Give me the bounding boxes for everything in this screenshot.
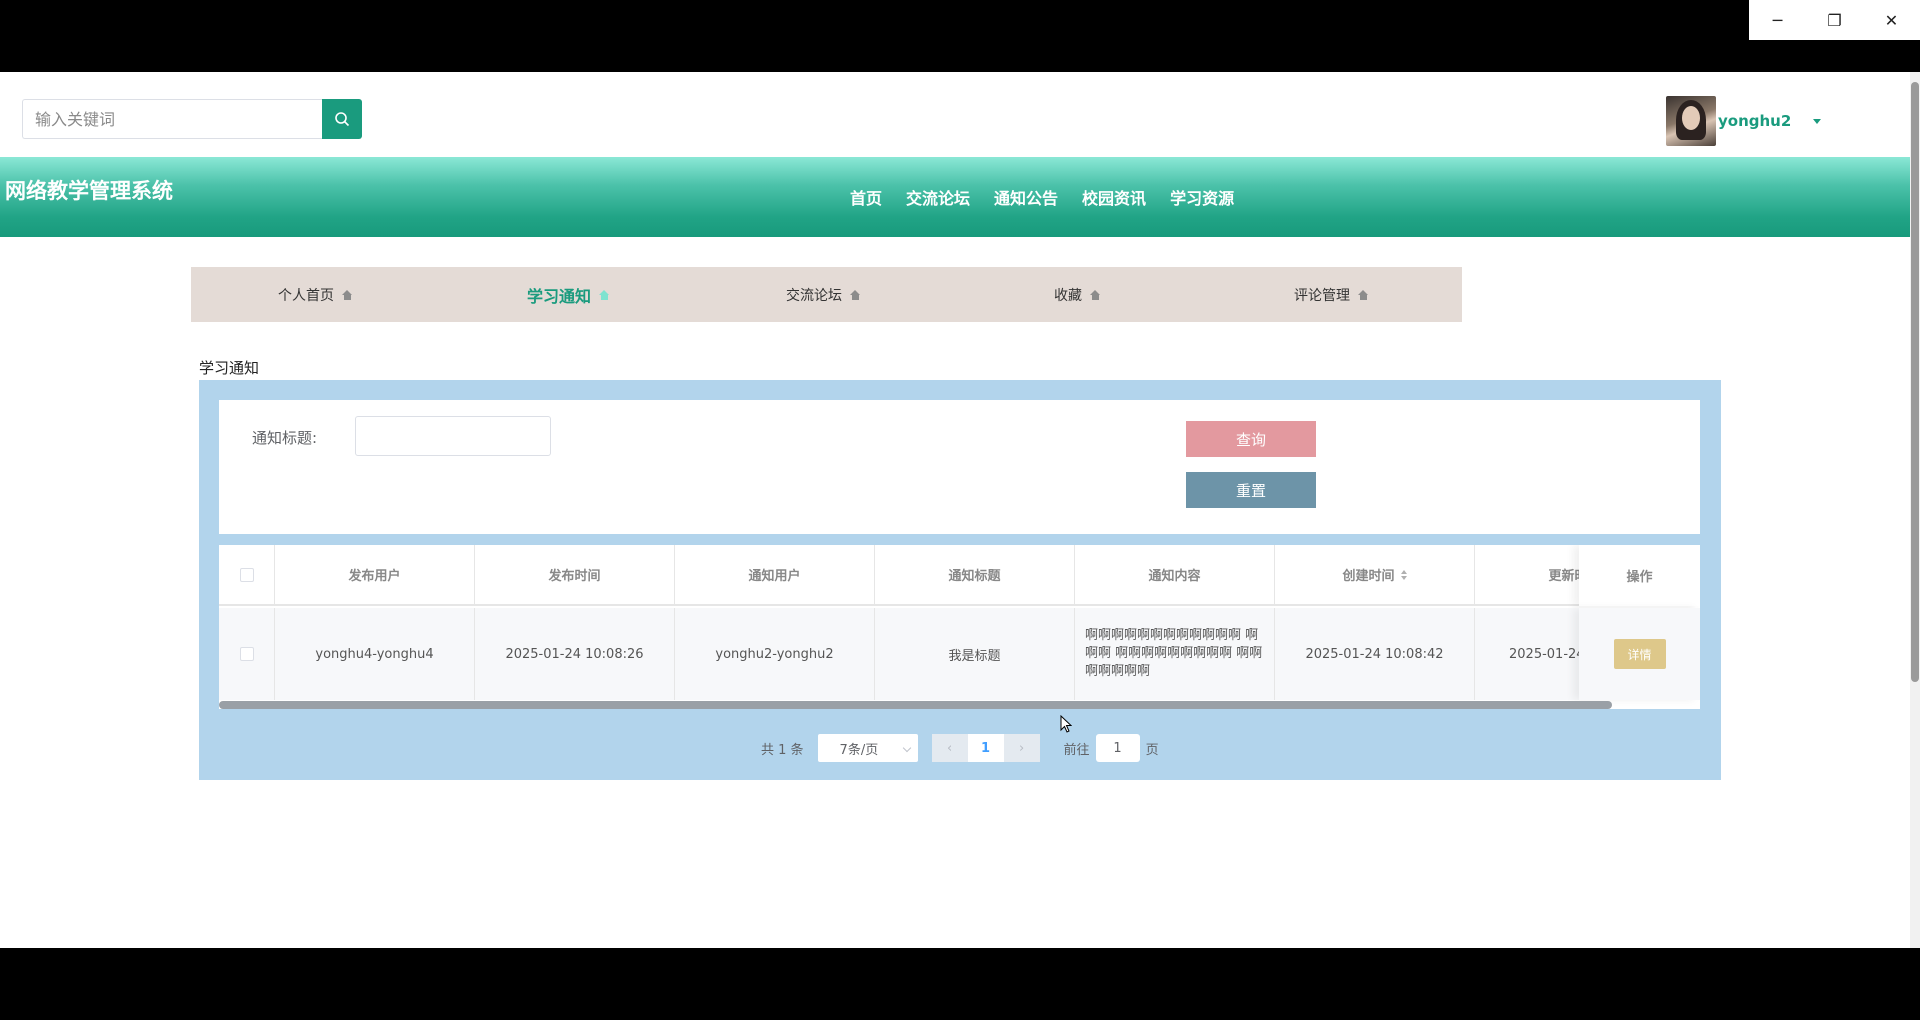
nav-resources[interactable]: 学习资源: [1170, 185, 1234, 209]
content-panel: 通知标题: 查询 重置 发布用户 发布时间 通知用户 通知标题 通知内容 创建时…: [199, 380, 1721, 780]
cell-title: 我是标题: [875, 608, 1075, 700]
filter-form: 通知标题: 查询 重置: [219, 400, 1700, 534]
prev-page-button[interactable]: ‹: [931, 734, 968, 762]
tab-label: 交流论坛: [786, 287, 842, 304]
cell-publish-time: 2025-01-24 10:08:26: [475, 608, 675, 700]
sub-tabs: 个人首页 学习通知 交流论坛 收藏 评论管理: [191, 267, 1462, 322]
table-row: yonghu4-yonghu4 2025-01-24 10:08:26 yong…: [219, 608, 1700, 700]
tab-comments[interactable]: 评论管理: [1294, 267, 1369, 322]
vertical-scrollbar[interactable]: [1910, 72, 1920, 948]
cell-content: 啊啊啊啊啊啊啊啊啊啊啊啊 啊啊啊 啊啊啊啊啊啊啊啊啊 啊啊啊啊啊啊啊: [1075, 608, 1275, 700]
col-actions: 操作: [1579, 545, 1700, 606]
pager-total: 共 1 条: [761, 742, 804, 758]
chevron-right-icon: ›: [1018, 740, 1025, 756]
cell-publisher: yonghu4-yonghu4: [275, 608, 475, 700]
page-title: 学习通知: [199, 359, 260, 377]
row-checkbox[interactable]: [239, 647, 254, 661]
next-page-button[interactable]: ›: [1003, 734, 1040, 762]
restore-button[interactable]: ❐: [1806, 0, 1863, 40]
home-icon: [850, 289, 861, 300]
title-filter-label: 通知标题:: [252, 429, 318, 447]
tab-forum[interactable]: 交流论坛: [786, 267, 861, 322]
vertical-scroll-thumb[interactable]: [1911, 82, 1919, 682]
col-notify-user: 通知用户: [675, 545, 875, 604]
reset-button[interactable]: 重置: [1186, 472, 1316, 508]
tab-label: 学习通知: [527, 286, 592, 306]
query-button[interactable]: 查询: [1186, 421, 1316, 457]
caret-down-icon[interactable]: [1813, 118, 1822, 124]
cell-created: 2025-01-24 10:08:42: [1275, 608, 1475, 700]
title-filter-input[interactable]: [355, 416, 551, 456]
main-nav: 首页 交流论坛 通知公告 校园资讯 学习资源: [850, 185, 1258, 209]
close-icon: ✕: [1884, 10, 1899, 30]
search-button[interactable]: [322, 99, 362, 139]
bottom-bar: [0, 948, 1920, 1020]
goto-label: 前往: [1063, 742, 1090, 758]
horizontal-scrollbar[interactable]: [219, 701, 1612, 709]
col-content: 通知内容: [1075, 545, 1275, 604]
tab-study-notice[interactable]: 学习通知: [527, 267, 610, 322]
tab-label: 个人首页: [278, 287, 334, 304]
restore-icon: ❐: [1827, 10, 1842, 30]
chevron-down-icon: [902, 743, 911, 753]
row-checkbox-cell: [219, 608, 275, 700]
minimize-button[interactable]: ─: [1749, 0, 1806, 40]
sort-icon[interactable]: [1400, 569, 1407, 580]
user-menu[interactable]: yonghu2: [1666, 96, 1822, 146]
tab-label: 评论管理: [1294, 287, 1350, 304]
nav-band: 网络教学管理系统 首页 交流论坛 通知公告 校园资讯 学习资源: [0, 157, 1920, 237]
home-icon: [1358, 289, 1369, 300]
nav-forum[interactable]: 交流论坛: [906, 185, 970, 209]
nav-campus-news[interactable]: 校园资讯: [1082, 185, 1146, 209]
title-bar: ─ ❐ ✕: [0, 0, 1920, 72]
page-size-select[interactable]: 7条/页: [817, 734, 918, 762]
window-controls: ─ ❐ ✕: [1749, 0, 1920, 40]
avatar[interactable]: [1666, 96, 1716, 146]
cell-actions: 详情: [1579, 608, 1700, 700]
nav-home[interactable]: 首页: [850, 185, 882, 209]
tab-favorites[interactable]: 收藏: [1054, 267, 1101, 322]
header-checkbox-cell: [219, 545, 275, 604]
cell-notify-user: yonghu2-yonghu2: [675, 608, 875, 700]
search-icon: [335, 112, 350, 127]
detail-button[interactable]: 详情: [1613, 639, 1666, 669]
home-icon: [342, 289, 353, 300]
site-title: 网络教学管理系统: [5, 179, 173, 203]
col-created[interactable]: 创建时间: [1275, 545, 1475, 604]
goto-page-input[interactable]: 1: [1095, 734, 1140, 762]
home-icon: [599, 289, 610, 300]
header-search: [22, 99, 362, 139]
pagination: 共 1 条 7条/页 ‹ 1 › 前往 1 页: [761, 734, 1159, 762]
nav-announcements[interactable]: 通知公告: [994, 185, 1058, 209]
goto-unit: 页: [1145, 742, 1159, 758]
search-input[interactable]: [22, 99, 322, 139]
minimize-icon: ─: [1772, 10, 1783, 30]
notice-table: 发布用户 发布时间 通知用户 通知标题 通知内容 创建时间 更新时间 操作 yo…: [219, 545, 1700, 709]
app-viewport: yonghu2 网络教学管理系统 首页 交流论坛 通知公告 校园资讯 学习资源 …: [0, 72, 1920, 948]
select-all-checkbox[interactable]: [239, 567, 254, 582]
page-size-value: 7条/页: [839, 742, 879, 758]
tab-personal-home[interactable]: 个人首页: [278, 267, 353, 322]
username[interactable]: yonghu2: [1718, 112, 1791, 130]
cursor-icon: [1060, 714, 1073, 733]
col-publisher: 发布用户: [275, 545, 475, 604]
col-title: 通知标题: [875, 545, 1075, 604]
tab-label: 收藏: [1054, 287, 1082, 304]
col-publish-time: 发布时间: [475, 545, 675, 604]
close-button[interactable]: ✕: [1863, 0, 1920, 40]
table-header: 发布用户 发布时间 通知用户 通知标题 通知内容 创建时间 更新时间: [219, 545, 1700, 606]
page-number-current[interactable]: 1: [967, 734, 1004, 762]
home-icon: [1090, 289, 1101, 300]
col-created-label: 创建时间: [1342, 569, 1395, 584]
chevron-left-icon: ‹: [946, 740, 953, 756]
